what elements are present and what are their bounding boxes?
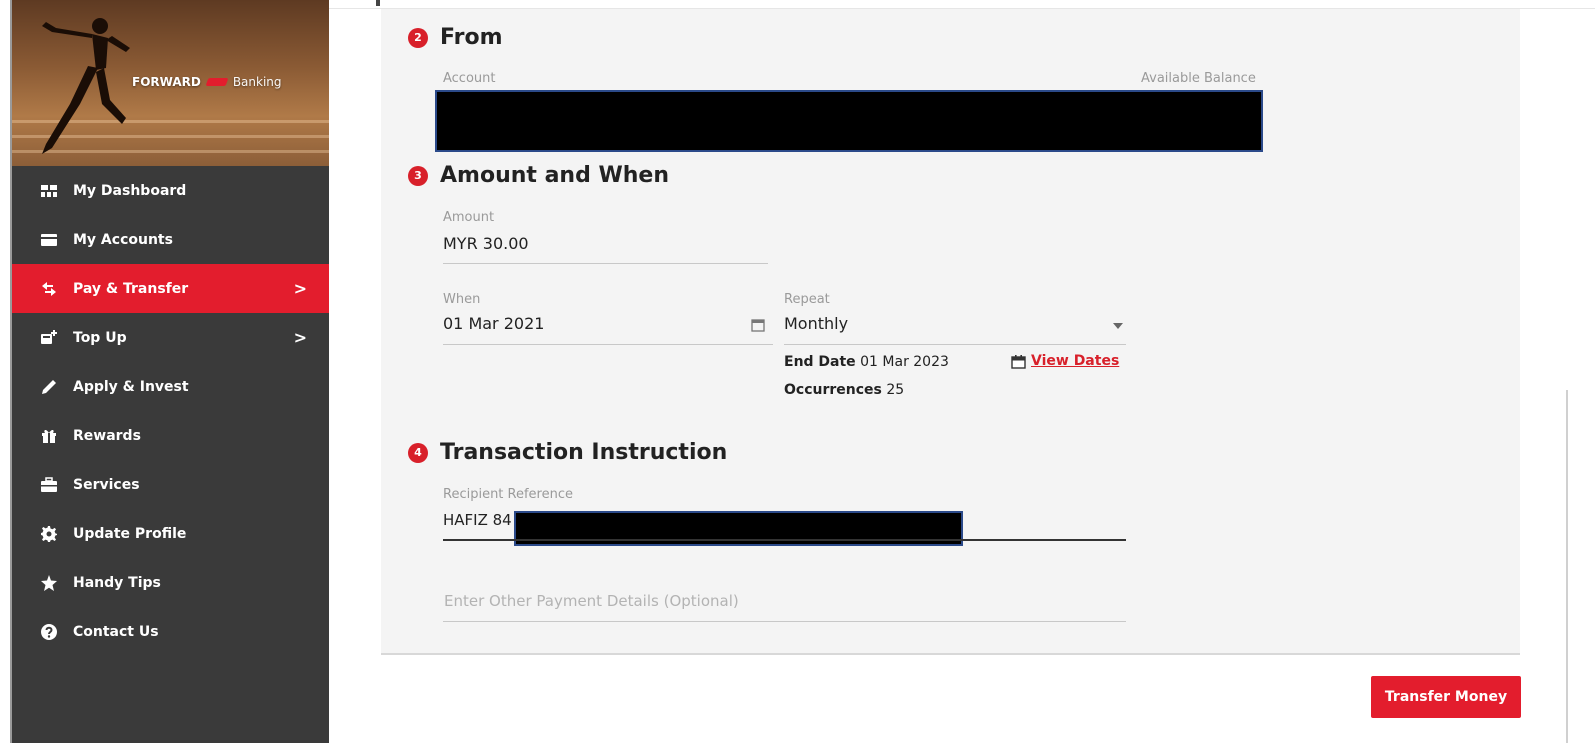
sidebar-item-label: Apply & Invest	[73, 378, 189, 395]
end-date-label: End Date	[784, 354, 856, 370]
section-from-header: 2 From	[408, 25, 503, 50]
cursor-mark	[376, 0, 380, 6]
brand-name-light: Banking	[232, 75, 282, 89]
end-date-value: 01 Mar 2023	[860, 354, 949, 370]
chevron-down-icon[interactable]	[1113, 323, 1123, 329]
top-bar	[329, 0, 1595, 9]
amount-label: Amount	[443, 210, 495, 225]
accounts-card-icon	[40, 231, 58, 249]
sidebar-item-my-dashboard[interactable]: My Dashboard	[12, 166, 329, 215]
amount-underline	[443, 263, 768, 264]
question-icon	[40, 623, 58, 641]
sidebar-item-handy-tips[interactable]: Handy Tips	[12, 558, 329, 607]
other-payment-details-underline	[443, 621, 1126, 622]
sidebar-item-label: My Dashboard	[73, 182, 187, 199]
brand-mark-icon	[205, 78, 229, 86]
sidebar-item-label: Handy Tips	[73, 574, 161, 591]
runner-silhouette-icon	[42, 18, 130, 154]
transfer-form: 2 From Account Available Balance 3 Amoun…	[381, 9, 1520, 655]
brand-logo: FORWARD Banking	[132, 75, 282, 89]
recipient-reference-label: Recipient Reference	[443, 487, 573, 502]
other-payment-details-input[interactable]: Enter Other Payment Details (Optional)	[444, 592, 739, 610]
sidebar-item-label: Update Profile	[73, 525, 187, 542]
step-number-badge: 4	[408, 442, 428, 463]
repeat-underline	[784, 344, 1126, 345]
sidebar-item-label: Top Up	[73, 329, 127, 346]
top-up-icon	[40, 329, 58, 347]
window-left-edge	[0, 0, 12, 743]
section-title: Transaction Instruction	[440, 440, 728, 465]
sidebar-item-label: Contact Us	[73, 623, 159, 640]
section-title: From	[440, 25, 503, 50]
amount-input[interactable]: MYR 30.00	[443, 234, 529, 253]
window-right-edge	[1566, 390, 1568, 743]
dashboard-icon	[40, 182, 58, 200]
when-label: When	[443, 292, 481, 307]
redacted-account-select[interactable]	[435, 90, 1263, 152]
calendar-icon	[1011, 354, 1026, 369]
sidebar: FORWARD Banking My Dashboard My Accounts	[12, 0, 329, 743]
briefcase-icon	[40, 476, 58, 494]
recipient-reference-input[interactable]: HAFIZ 84	[443, 511, 512, 529]
sidebar-item-top-up[interactable]: Top Up >	[12, 313, 329, 362]
sidebar-item-services[interactable]: Services	[12, 460, 329, 509]
repeat-select[interactable]: Monthly	[784, 314, 848, 333]
occurrences-value: 25	[886, 382, 905, 398]
chevron-right-icon: >	[293, 279, 307, 298]
sidebar-item-contact-us[interactable]: Contact Us	[12, 607, 329, 656]
view-dates-link[interactable]: View Dates	[1011, 353, 1119, 369]
transfer-money-button[interactable]: Transfer Money	[1371, 676, 1521, 718]
step-number-badge: 2	[408, 27, 428, 48]
section-title: Amount and When	[440, 163, 669, 188]
section-amount-when-header: 3 Amount and When	[408, 163, 669, 188]
sidebar-item-update-profile[interactable]: Update Profile	[12, 509, 329, 558]
transfer-arrows-icon	[40, 280, 58, 298]
account-label: Account	[443, 71, 496, 86]
step-number-badge: 3	[408, 165, 428, 186]
gift-icon	[40, 427, 58, 445]
sidebar-item-label: My Accounts	[73, 231, 173, 248]
occurrences-label: Occurrences	[784, 382, 882, 398]
sidebar-item-label: Pay & Transfer	[73, 280, 189, 297]
brand-banner: FORWARD Banking	[12, 0, 329, 166]
section-instruction-header: 4 Transaction Instruction	[408, 440, 727, 465]
when-date-input[interactable]: 01 Mar 2021	[443, 314, 544, 333]
sidebar-item-my-accounts[interactable]: My Accounts	[12, 215, 329, 264]
sidebar-item-rewards[interactable]: Rewards	[12, 411, 329, 460]
brand-name-strong: FORWARD	[132, 75, 201, 89]
recipient-reference-underline	[443, 539, 1126, 541]
pen-icon	[40, 378, 58, 396]
page: FORWARD Banking My Dashboard My Accounts	[0, 0, 1595, 743]
sidebar-nav: My Dashboard My Accounts Pay & Transfer …	[12, 166, 329, 656]
available-balance-label: Available Balance	[1141, 71, 1256, 86]
end-date-info: End Date 01 Mar 2023	[784, 354, 949, 370]
sidebar-item-label: Services	[73, 476, 140, 493]
sidebar-item-apply-invest[interactable]: Apply & Invest	[12, 362, 329, 411]
gear-icon	[40, 525, 58, 543]
star-icon	[40, 574, 58, 592]
sidebar-item-pay-transfer[interactable]: Pay & Transfer >	[12, 264, 329, 313]
chevron-right-icon: >	[293, 328, 307, 347]
repeat-label: Repeat	[784, 292, 830, 307]
calendar-icon[interactable]	[751, 318, 765, 332]
sidebar-item-label: Rewards	[73, 427, 141, 444]
occurrences-info: Occurrences 25	[784, 382, 904, 398]
view-dates-label: View Dates	[1031, 353, 1120, 369]
when-underline	[443, 344, 773, 345]
